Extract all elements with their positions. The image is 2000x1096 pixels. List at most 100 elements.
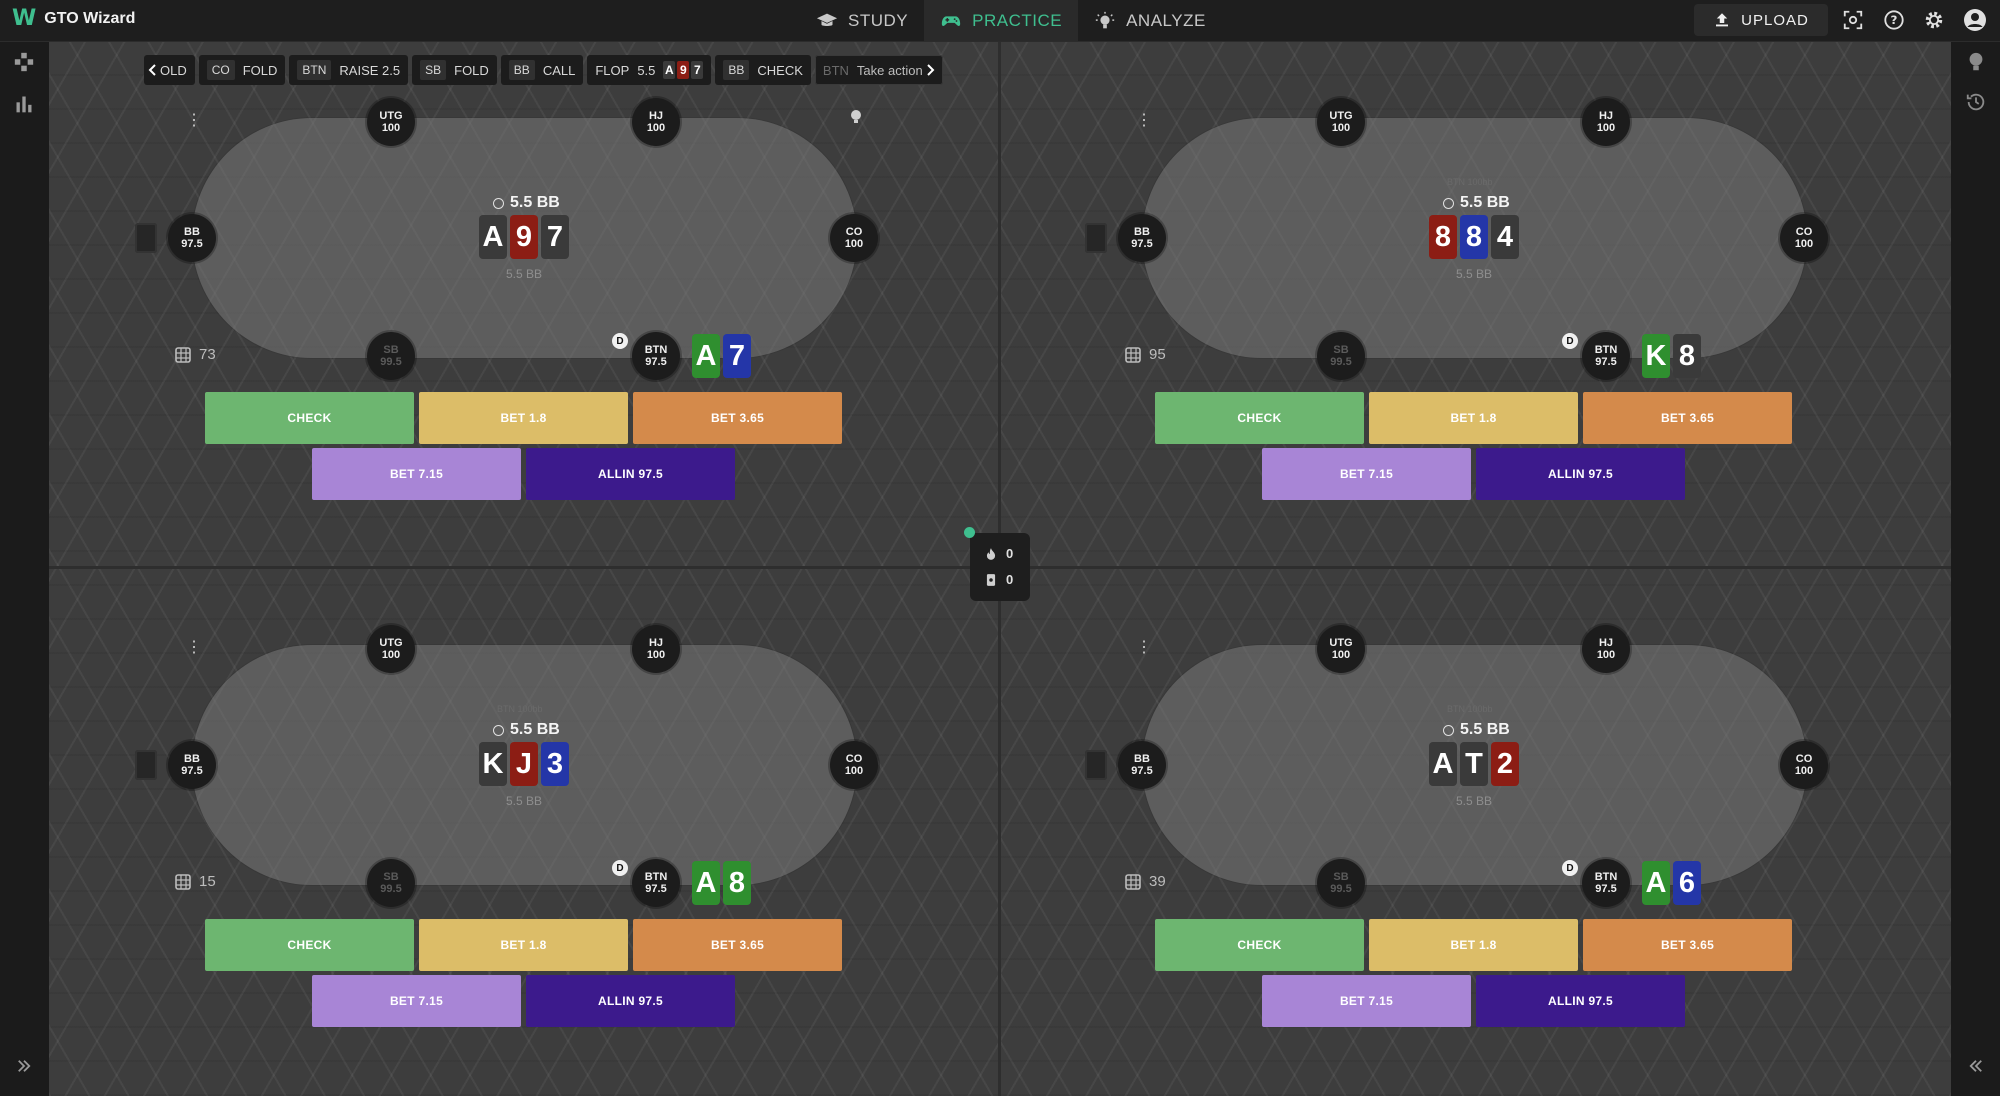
- bet-medium-button[interactable]: BET 3.65: [633, 392, 842, 444]
- poker-table-2: UTG 100 HJ 100 CO 100 BB 97.5 SB 99.5 BTN 97.5…: [999, 43, 1949, 567]
- seat-position: BB: [184, 226, 200, 238]
- seat-co: CO 100: [830, 741, 878, 789]
- allin-button[interactable]: ALLIN 97.5: [526, 975, 735, 1027]
- hero-card: A: [692, 861, 720, 905]
- account-icon[interactable]: [1963, 8, 1987, 32]
- board-card: K: [479, 742, 507, 786]
- seat-position: BB: [184, 753, 200, 765]
- hint-bulb-icon[interactable]: [1964, 50, 1988, 74]
- seat-btn: BTN 97.5: [632, 859, 680, 907]
- left-rail: [0, 42, 48, 1096]
- bet-small-button[interactable]: BET 1.8: [1369, 392, 1578, 444]
- grid-icon: [175, 346, 191, 363]
- hand-counter: 15: [175, 873, 216, 890]
- seat-utg: UTG 100: [367, 98, 415, 146]
- upload-button[interactable]: UPLOAD: [1694, 4, 1828, 36]
- stats-hands-value: 0: [1006, 546, 1014, 561]
- pot-size: 5.5 BB: [493, 194, 560, 212]
- chip-icon: [1443, 724, 1454, 736]
- allin-button[interactable]: ALLIN 97.5: [1476, 975, 1685, 1027]
- board-card: 7: [541, 215, 569, 259]
- hint-icon[interactable]: [850, 109, 862, 123]
- tab-study[interactable]: STUDY: [800, 0, 924, 41]
- grid-icon: [1125, 873, 1141, 890]
- board-card: A: [1429, 742, 1457, 786]
- history-icon[interactable]: [1964, 90, 1988, 114]
- more-options-icon[interactable]: ⋮: [1136, 113, 1152, 129]
- check-button[interactable]: CHECK: [205, 392, 414, 444]
- seat-position: CO: [845, 753, 863, 765]
- poker-table-4: UTG 100 HJ 100 CO 100 BB 97.5 SB 99.5 BTN 97.5…: [999, 570, 1949, 1094]
- seat-stack: 99.5: [380, 883, 402, 895]
- collapse-panel-icon[interactable]: [1964, 1054, 1988, 1078]
- board-card: 4: [1491, 215, 1519, 259]
- seat-stack: 97.5: [1131, 238, 1153, 250]
- seat-bb: BB 97.5: [1118, 741, 1166, 789]
- board-card: A: [479, 215, 507, 259]
- seat-position: SB: [1333, 871, 1349, 883]
- ghost-label: BTN 100bb: [497, 704, 543, 714]
- bet-medium-button[interactable]: BET 3.65: [1583, 392, 1792, 444]
- svg-text:?: ?: [1891, 13, 1898, 27]
- dealer-button: D: [1562, 860, 1578, 876]
- gamepad-nav-icon[interactable]: [12, 50, 36, 74]
- board-card: J: [510, 742, 538, 786]
- bet-large-button[interactable]: BET 7.15: [1262, 975, 1471, 1027]
- stats-chart-icon[interactable]: [12, 92, 36, 116]
- grid-icon: [175, 873, 191, 890]
- bet-small-button[interactable]: BET 1.8: [419, 392, 628, 444]
- check-button[interactable]: CHECK: [1155, 392, 1364, 444]
- board-cards: A97: [479, 215, 569, 259]
- bet-small-button[interactable]: BET 1.8: [1369, 919, 1578, 971]
- seat-stack: 97.5: [181, 765, 203, 777]
- expand-sidebar-icon[interactable]: [12, 1054, 36, 1078]
- bet-medium-button[interactable]: BET 3.65: [633, 919, 842, 971]
- more-options-icon[interactable]: ⋮: [186, 113, 202, 129]
- app-name: GTO Wizard: [44, 10, 136, 27]
- settings-icon[interactable]: [1922, 8, 1946, 32]
- hero-hand: K8: [1642, 334, 1701, 378]
- board-card: 8: [1460, 215, 1488, 259]
- bet-large-button[interactable]: BET 7.15: [1262, 448, 1471, 500]
- screenshot-icon[interactable]: [1841, 8, 1865, 32]
- seat-btn: BTN 97.5: [1582, 332, 1630, 380]
- seat-stack: 97.5: [181, 238, 203, 250]
- tab-analyze-label: ANALYZE: [1126, 10, 1206, 30]
- seat-hj: HJ 100: [632, 625, 680, 673]
- bet-large-button[interactable]: BET 7.15: [312, 975, 521, 1027]
- seat-position: UTG: [379, 637, 403, 649]
- ghost-label: BTN 100bb: [1447, 704, 1493, 714]
- seat-hj: HJ 100: [632, 98, 680, 146]
- board-cards: AT2: [1429, 742, 1519, 786]
- app-logo[interactable]: W GTO Wizard: [12, 8, 135, 30]
- upload-icon: [1716, 13, 1729, 27]
- seat-position: BTN: [1594, 344, 1618, 356]
- hero-card: 8: [1673, 334, 1701, 378]
- seat-bb: BB 97.5: [168, 214, 216, 262]
- seat-utg: UTG 100: [1317, 625, 1365, 673]
- hero-hand: A7: [692, 334, 751, 378]
- more-options-icon[interactable]: ⋮: [1136, 640, 1152, 656]
- seat-position: BTN: [644, 344, 668, 356]
- seat-btn: BTN 97.5: [1582, 859, 1630, 907]
- pot-size: 5.5 BB: [493, 721, 560, 739]
- allin-button[interactable]: ALLIN 97.5: [1476, 448, 1685, 500]
- chip-icon: [493, 197, 504, 209]
- help-icon[interactable]: ?: [1882, 8, 1906, 32]
- bet-small-button[interactable]: BET 1.8: [419, 919, 628, 971]
- more-options-icon[interactable]: ⋮: [186, 640, 202, 656]
- ghost-label: BTN 100bb: [1447, 177, 1493, 187]
- upload-label: UPLOAD: [1741, 11, 1809, 29]
- tab-practice[interactable]: PRACTICE: [924, 0, 1079, 41]
- hand-count: 95: [1149, 346, 1166, 363]
- bet-medium-button[interactable]: BET 3.65: [1583, 919, 1792, 971]
- seat-stack: 100: [844, 238, 864, 250]
- check-button[interactable]: CHECK: [205, 919, 414, 971]
- allin-button[interactable]: ALLIN 97.5: [526, 448, 735, 500]
- tab-analyze[interactable]: ANALYZE: [1078, 0, 1222, 41]
- seat-position: CO: [1795, 753, 1813, 765]
- seat-stack: 99.5: [380, 356, 402, 368]
- check-button[interactable]: CHECK: [1155, 919, 1364, 971]
- hero-card: 7: [723, 334, 751, 378]
- bet-large-button[interactable]: BET 7.15: [312, 448, 521, 500]
